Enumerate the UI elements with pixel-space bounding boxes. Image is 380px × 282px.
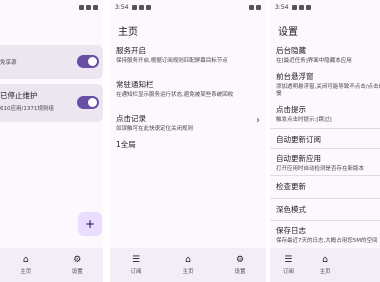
service-row[interactable]: 服务开启 保持服务开启,根据订阅规则匹配屏幕目标节点 bbox=[116, 45, 266, 65]
left-screen: 免享源 已停止维护 610应用/1371规则组 + ⌂ 主页 ⚙ 设置 bbox=[0, 0, 103, 282]
divider bbox=[270, 148, 380, 149]
notify-row[interactable]: 常驻通知栏 在通知栏显示服务运行状态,避免被某些系统回收 bbox=[116, 79, 266, 99]
divider bbox=[270, 220, 380, 221]
status-time: 3:54 bbox=[115, 3, 129, 11]
status-time: 3:54 bbox=[275, 3, 289, 11]
setting-auto-update-subs[interactable]: 自动更新订阅 bbox=[276, 134, 380, 145]
setting-title: 后台隐藏 bbox=[276, 46, 306, 55]
setting-auto-update-app[interactable]: 自动更新应用 打开应用时自动检测是否存在新版本 bbox=[276, 153, 380, 173]
setting-hide-bg[interactable]: 后台隐藏 在[最近任务]界面中隐藏本应用 bbox=[276, 45, 380, 65]
setting-title: 自动更新应用 bbox=[276, 154, 321, 163]
divider bbox=[270, 175, 380, 176]
setting-sub: 打开应用时自动检测是否存在新版本 bbox=[276, 166, 365, 172]
setting-title: 深色模式 bbox=[276, 205, 306, 214]
records-row[interactable]: 点击记录 如误触可在此快速定位关闭规则 › bbox=[116, 113, 266, 133]
nav-home-label: 主页 bbox=[20, 268, 32, 275]
setting-title: 前台悬浮窗 bbox=[276, 72, 314, 81]
notification-icons bbox=[292, 4, 312, 10]
service-title: 服务开启 bbox=[116, 46, 146, 55]
notification-icons bbox=[132, 4, 152, 10]
status-bar: 3:54 bbox=[270, 0, 380, 14]
records-title: 点击记录 bbox=[116, 114, 146, 123]
nav-home[interactable]: ⌂ 主页 bbox=[162, 248, 214, 282]
nav-settings-label: 设置 bbox=[234, 268, 246, 275]
rule-count: 1全局 bbox=[116, 140, 136, 149]
bottom-nav: ☰ 订阅 ⌂ 主页 ⚙ 设置 bbox=[270, 248, 380, 282]
gear-icon: ⚙ bbox=[73, 254, 82, 265]
setting-sub: 在[最近任务]界面中隐藏本应用 bbox=[276, 58, 352, 64]
maintenance-sub: 610应用/1371规则组 bbox=[0, 106, 54, 112]
setting-sub: 触发点击时提示:[跳过] bbox=[276, 117, 332, 123]
setting-check-update[interactable]: 检查更新 bbox=[276, 181, 380, 192]
maintenance-title: 已停止维护 bbox=[0, 91, 38, 100]
source-card[interactable]: 免享源 bbox=[0, 45, 103, 79]
home-screen: 3:54 主页 服务开启 保持服务开启,根据订阅规则匹配屏幕目标节点 常驻通知栏… bbox=[110, 0, 266, 282]
nav-subscriptions[interactable]: ☰ 订阅 bbox=[110, 248, 162, 282]
setting-click-hint[interactable]: 点击提示 触发点击时提示:[跳过] bbox=[276, 104, 380, 124]
nav-settings[interactable]: ⚙ 设置 bbox=[52, 248, 104, 282]
nav-home[interactable]: ⌂ 主页 bbox=[0, 248, 52, 282]
divider bbox=[270, 128, 380, 129]
nav-subscriptions-label: 订阅 bbox=[130, 268, 142, 275]
list-icon: ☰ bbox=[131, 254, 141, 265]
setting-sub: 保存最近7天的日志,大概占用您5M的空间 bbox=[276, 238, 378, 244]
source-toggle[interactable] bbox=[77, 55, 99, 68]
nav-home[interactable]: ⌂ 主页 bbox=[307, 248, 344, 282]
global-rules-row[interactable]: 1全局 bbox=[116, 139, 266, 150]
setting-title: 保存日志 bbox=[276, 226, 306, 235]
nav-home-label: 主页 bbox=[319, 268, 331, 275]
nav-subscriptions[interactable]: ☰ 订阅 bbox=[270, 248, 307, 282]
maintenance-toggle[interactable] bbox=[77, 96, 99, 109]
gear-icon: ⚙ bbox=[235, 254, 245, 265]
setting-sub: 添加透明悬浮窗,关闭可能导致不点击/点击缓慢 bbox=[276, 84, 380, 97]
bottom-nav: ⌂ 主页 ⚙ 设置 bbox=[0, 248, 103, 282]
service-sub: 保持服务开启,根据订阅规则匹配屏幕目标节点 bbox=[116, 58, 228, 64]
page-title: 设置 bbox=[278, 27, 298, 38]
add-fab-button[interactable]: + bbox=[78, 212, 102, 236]
status-icons bbox=[79, 4, 98, 10]
notify-sub: 在通知栏显示服务运行状态,避免被某些系统回收 bbox=[116, 92, 234, 98]
notify-title: 常驻通知栏 bbox=[116, 80, 154, 89]
status-bar bbox=[0, 0, 103, 14]
bottom-nav: ☰ 订阅 ⌂ 主页 ⚙ 设置 bbox=[110, 248, 266, 282]
page-title: 主页 bbox=[118, 27, 138, 38]
setting-title: 检查更新 bbox=[276, 182, 306, 191]
home-icon: ⌂ bbox=[185, 254, 191, 265]
source-sub: 免享源 bbox=[0, 60, 17, 66]
nav-home-label: 主页 bbox=[182, 268, 194, 275]
setting-title: 自动更新订阅 bbox=[276, 135, 321, 144]
setting-floating-window[interactable]: 前台悬浮窗 添加透明悬浮窗,关闭可能导致不点击/点击缓慢 bbox=[276, 71, 380, 98]
nav-settings[interactable]: ⚙ 设置 bbox=[214, 248, 266, 282]
settings-screen: 3:54 设置 后台隐藏 在[最近任务]界面中隐藏本应用 前台悬浮窗 添加透明悬… bbox=[270, 0, 380, 282]
setting-title: 点击提示 bbox=[276, 105, 306, 114]
records-sub: 如误触可在此快速定位关闭规则 bbox=[116, 126, 194, 132]
nav-subscriptions-label: 订阅 bbox=[282, 268, 294, 275]
list-icon: ☰ bbox=[284, 254, 293, 265]
chevron-right-icon: › bbox=[256, 115, 260, 126]
setting-dark-mode[interactable]: 深色模式 bbox=[276, 204, 380, 215]
maintenance-card[interactable]: 已停止维护 610应用/1371规则组 bbox=[0, 84, 103, 122]
setting-save-logs[interactable]: 保存日志 保存最近7天的日志,大概占用您5M的空间 bbox=[276, 225, 380, 245]
add-icon: + bbox=[84, 217, 96, 231]
status-icons bbox=[249, 4, 261, 10]
nav-settings-label: 设置 bbox=[71, 268, 83, 275]
divider bbox=[270, 198, 380, 199]
status-bar: 3:54 bbox=[110, 0, 266, 14]
home-icon: ⌂ bbox=[22, 254, 29, 265]
home-icon: ⌂ bbox=[322, 254, 328, 265]
